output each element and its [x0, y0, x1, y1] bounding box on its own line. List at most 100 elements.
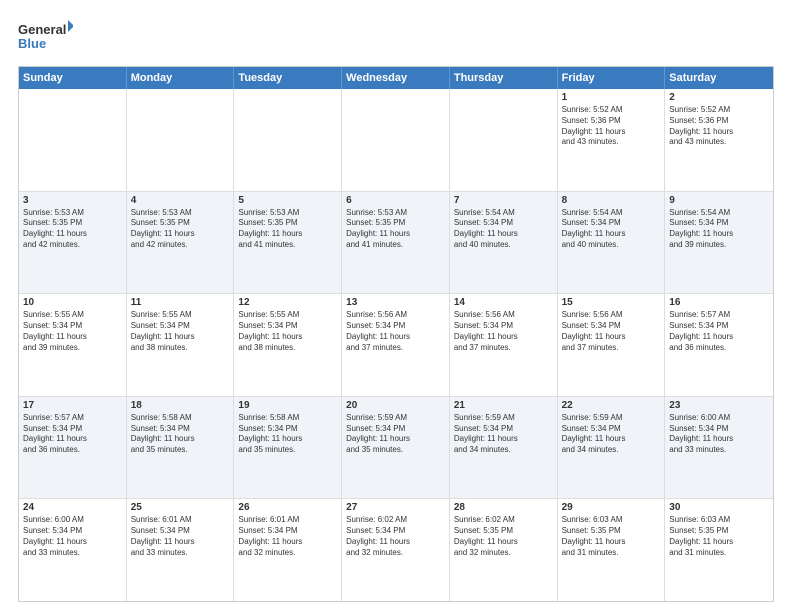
- day-number: 4: [131, 195, 230, 206]
- header-day-saturday: Saturday: [665, 67, 773, 89]
- cell-text: Sunrise: 5:55 AM Sunset: 5:34 PM Dayligh…: [238, 310, 337, 353]
- day-number: 18: [131, 400, 230, 411]
- day-number: 17: [23, 400, 122, 411]
- day-number: 25: [131, 502, 230, 513]
- calendar-row-0: 1Sunrise: 5:52 AM Sunset: 5:36 PM Daylig…: [19, 89, 773, 191]
- header-day-thursday: Thursday: [450, 67, 558, 89]
- day-number: 9: [669, 195, 769, 206]
- cell-text: Sunrise: 5:59 AM Sunset: 5:34 PM Dayligh…: [454, 413, 553, 456]
- day-number: 22: [562, 400, 661, 411]
- calendar-cell: 10 Sunrise: 5:55 AM Sunset: 5:34 PM Dayli…: [19, 294, 127, 396]
- calendar-row-1: 3 Sunrise: 5:53 AM Sunset: 5:35 PM Daylig…: [19, 191, 773, 294]
- calendar-cell: 19 Sunrise: 5:58 AM Sunset: 5:34 PM Dayli…: [234, 397, 342, 499]
- header-day-tuesday: Tuesday: [234, 67, 342, 89]
- cell-text: Sunrise: 5:58 AM Sunset: 5:34 PM Dayligh…: [238, 413, 337, 456]
- cell-text: Sunrise: 5:56 AM Sunset: 5:34 PM Dayligh…: [562, 310, 661, 353]
- calendar-cell: [19, 89, 127, 191]
- cell-text: Sunrise: 5:59 AM Sunset: 5:34 PM Dayligh…: [346, 413, 445, 456]
- day-number: 16: [669, 297, 769, 308]
- cell-text: Sunrise: 5:57 AM Sunset: 5:34 PM Dayligh…: [23, 413, 122, 456]
- cell-text: Sunrise: 6:02 AM Sunset: 5:35 PM Dayligh…: [454, 515, 553, 558]
- calendar-row-2: 10 Sunrise: 5:55 AM Sunset: 5:34 PM Dayli…: [19, 293, 773, 396]
- calendar-cell: 14 Sunrise: 5:56 AM Sunset: 5:34 PM Dayli…: [450, 294, 558, 396]
- calendar-cell: 4Sunrise: 5:53 AM Sunset: 5:35 PM Daylig…: [127, 192, 235, 294]
- day-number: 12: [238, 297, 337, 308]
- cell-text: Sunrise: 5:53 AM Sunset: 5:35 PM Dayligh…: [23, 208, 122, 251]
- day-number: 14: [454, 297, 553, 308]
- calendar-cell: 11 Sunrise: 5:55 AM Sunset: 5:34 PM Dayli…: [127, 294, 235, 396]
- svg-text:Blue: Blue: [18, 36, 46, 51]
- cell-text: Sunrise: 6:03 AM Sunset: 5:35 PM Dayligh…: [669, 515, 769, 558]
- calendar-cell: 7Sunrise: 5:54 AM Sunset: 5:34 PM Daylig…: [450, 192, 558, 294]
- logo-svg: General Blue: [18, 18, 73, 56]
- calendar-header: SundayMondayTuesdayWednesdayThursdayFrid…: [19, 67, 773, 89]
- calendar-cell: 17 Sunrise: 5:57 AM Sunset: 5:34 PM Dayli…: [19, 397, 127, 499]
- calendar-cell: 9 Sunrise: 5:54 AM Sunset: 5:34 PM Daylig…: [665, 192, 773, 294]
- calendar-row-4: 24Sunrise: 6:00 AM Sunset: 5:34 PM Dayli…: [19, 498, 773, 601]
- calendar-cell: 15 Sunrise: 5:56 AM Sunset: 5:34 PM Dayli…: [558, 294, 666, 396]
- header-day-monday: Monday: [127, 67, 235, 89]
- cell-text: Sunrise: 5:53 AM Sunset: 5:35 PM Dayligh…: [346, 208, 445, 251]
- cell-text: Sunrise: 5:52 AM Sunset: 5:36 PM Dayligh…: [669, 105, 769, 148]
- logo: General Blue: [18, 18, 73, 56]
- calendar-cell: 13 Sunrise: 5:56 AM Sunset: 5:34 PM Dayli…: [342, 294, 450, 396]
- calendar-cell: 8Sunrise: 5:54 AM Sunset: 5:34 PM Daylig…: [558, 192, 666, 294]
- cell-text: Sunrise: 5:59 AM Sunset: 5:34 PM Dayligh…: [562, 413, 661, 456]
- calendar: SundayMondayTuesdayWednesdayThursdayFrid…: [18, 66, 774, 602]
- header-day-wednesday: Wednesday: [342, 67, 450, 89]
- day-number: 6: [346, 195, 445, 206]
- header-day-friday: Friday: [558, 67, 666, 89]
- day-number: 21: [454, 400, 553, 411]
- cell-text: Sunrise: 5:54 AM Sunset: 5:34 PM Dayligh…: [669, 208, 769, 251]
- cell-text: Sunrise: 5:56 AM Sunset: 5:34 PM Dayligh…: [346, 310, 445, 353]
- day-number: 29: [562, 502, 661, 513]
- day-number: 26: [238, 502, 337, 513]
- calendar-cell: 16Sunrise: 5:57 AM Sunset: 5:34 PM Dayli…: [665, 294, 773, 396]
- cell-text: Sunrise: 5:52 AM Sunset: 5:36 PM Dayligh…: [562, 105, 661, 148]
- calendar-cell: 25Sunrise: 6:01 AM Sunset: 5:34 PM Dayli…: [127, 499, 235, 601]
- day-number: 28: [454, 502, 553, 513]
- calendar-body: 1Sunrise: 5:52 AM Sunset: 5:36 PM Daylig…: [19, 89, 773, 601]
- cell-text: Sunrise: 5:53 AM Sunset: 5:35 PM Dayligh…: [238, 208, 337, 251]
- day-number: 23: [669, 400, 769, 411]
- day-number: 15: [562, 297, 661, 308]
- calendar-cell: 12 Sunrise: 5:55 AM Sunset: 5:34 PM Dayli…: [234, 294, 342, 396]
- day-number: 19: [238, 400, 337, 411]
- day-number: 13: [346, 297, 445, 308]
- calendar-cell: 26 Sunrise: 6:01 AM Sunset: 5:34 PM Dayli…: [234, 499, 342, 601]
- calendar-cell: 5 Sunrise: 5:53 AM Sunset: 5:35 PM Daylig…: [234, 192, 342, 294]
- cell-text: Sunrise: 6:00 AM Sunset: 5:34 PM Dayligh…: [23, 515, 122, 558]
- calendar-cell: 6 Sunrise: 5:53 AM Sunset: 5:35 PM Daylig…: [342, 192, 450, 294]
- day-number: 27: [346, 502, 445, 513]
- calendar-cell: 21 Sunrise: 5:59 AM Sunset: 5:34 PM Dayli…: [450, 397, 558, 499]
- calendar-row-3: 17 Sunrise: 5:57 AM Sunset: 5:34 PM Dayli…: [19, 396, 773, 499]
- cell-text: Sunrise: 6:00 AM Sunset: 5:34 PM Dayligh…: [669, 413, 769, 456]
- day-number: 3: [23, 195, 122, 206]
- cell-text: Sunrise: 5:56 AM Sunset: 5:34 PM Dayligh…: [454, 310, 553, 353]
- cell-text: Sunrise: 6:02 AM Sunset: 5:34 PM Dayligh…: [346, 515, 445, 558]
- calendar-cell: [234, 89, 342, 191]
- calendar-cell: 24Sunrise: 6:00 AM Sunset: 5:34 PM Dayli…: [19, 499, 127, 601]
- cell-text: Sunrise: 6:03 AM Sunset: 5:35 PM Dayligh…: [562, 515, 661, 558]
- cell-text: Sunrise: 6:01 AM Sunset: 5:34 PM Dayligh…: [238, 515, 337, 558]
- svg-text:General: General: [18, 22, 66, 37]
- day-number: 5: [238, 195, 337, 206]
- cell-text: Sunrise: 5:58 AM Sunset: 5:34 PM Dayligh…: [131, 413, 230, 456]
- calendar-cell: 22 Sunrise: 5:59 AM Sunset: 5:34 PM Dayli…: [558, 397, 666, 499]
- cell-text: Sunrise: 5:55 AM Sunset: 5:34 PM Dayligh…: [23, 310, 122, 353]
- calendar-cell: 3 Sunrise: 5:53 AM Sunset: 5:35 PM Daylig…: [19, 192, 127, 294]
- calendar-cell: 20Sunrise: 5:59 AM Sunset: 5:34 PM Dayli…: [342, 397, 450, 499]
- cell-text: Sunrise: 5:54 AM Sunset: 5:34 PM Dayligh…: [562, 208, 661, 251]
- calendar-cell: [342, 89, 450, 191]
- calendar-cell: 2 Sunrise: 5:52 AM Sunset: 5:36 PM Daylig…: [665, 89, 773, 191]
- page: General Blue SundayMondayTuesdayWednesda…: [0, 0, 792, 612]
- cell-text: Sunrise: 5:55 AM Sunset: 5:34 PM Dayligh…: [131, 310, 230, 353]
- calendar-cell: 30Sunrise: 6:03 AM Sunset: 5:35 PM Dayli…: [665, 499, 773, 601]
- day-number: 2: [669, 92, 769, 103]
- calendar-cell: 1Sunrise: 5:52 AM Sunset: 5:36 PM Daylig…: [558, 89, 666, 191]
- calendar-cell: [450, 89, 558, 191]
- cell-text: Sunrise: 5:54 AM Sunset: 5:34 PM Dayligh…: [454, 208, 553, 251]
- day-number: 11: [131, 297, 230, 308]
- calendar-cell: 18 Sunrise: 5:58 AM Sunset: 5:34 PM Dayli…: [127, 397, 235, 499]
- day-number: 10: [23, 297, 122, 308]
